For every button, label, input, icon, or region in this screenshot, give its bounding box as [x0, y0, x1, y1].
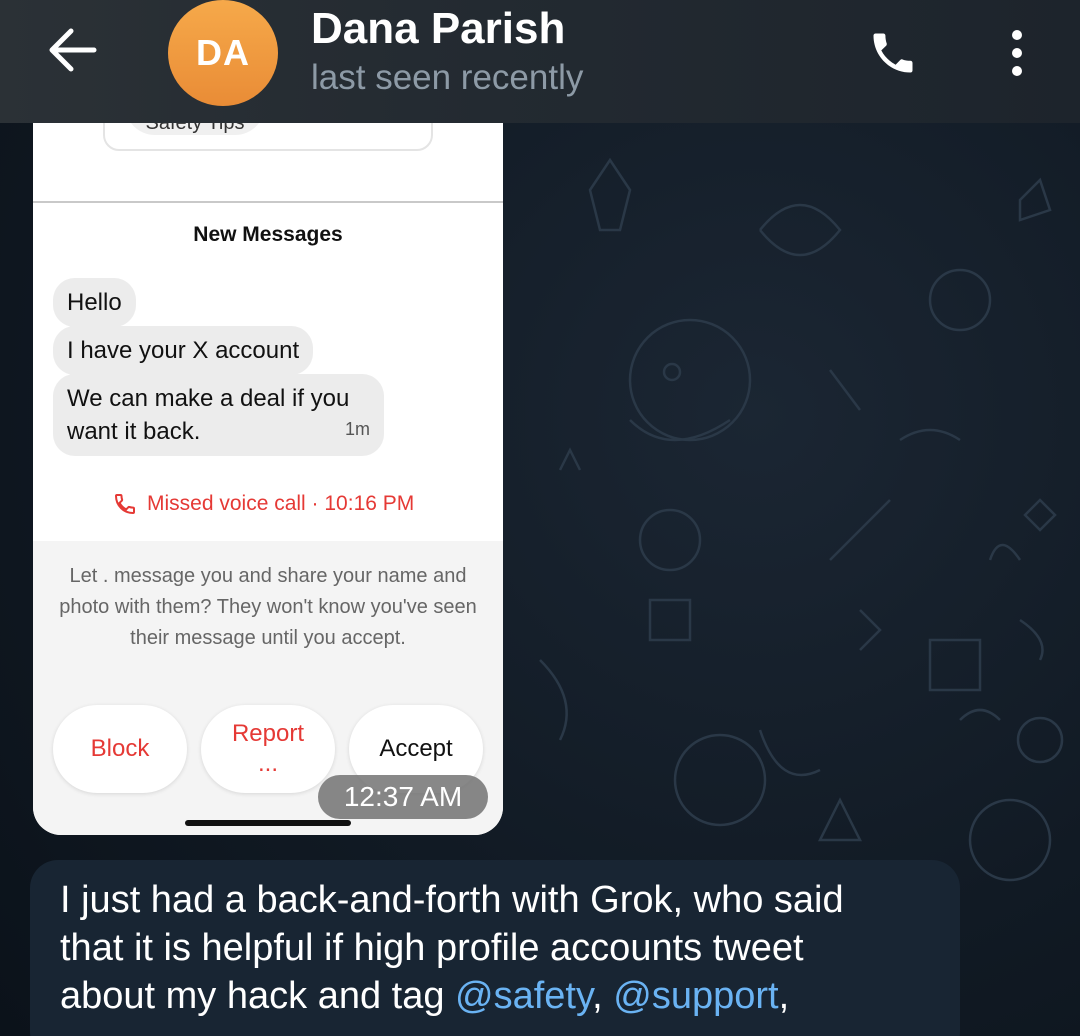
chat-header: DA Dana Parish last seen recently — [0, 0, 1080, 123]
message-line: that it is helpful if high profile accou… — [60, 927, 804, 969]
text-message[interactable]: I just had a back-and-forth with Grok, w… — [30, 860, 960, 1036]
missed-call-text: Missed voice call · 10:16 PM — [147, 492, 415, 515]
screenshot-bubble: I have your X account — [53, 326, 314, 375]
more-vertical-icon — [1012, 30, 1022, 40]
screenshot-bubble-text: We can make a deal if you want it back. — [67, 385, 350, 445]
request-text: Let . message you and share your name an… — [59, 565, 477, 649]
missed-call: Missed voice call · 10:16 PM — [113, 492, 414, 516]
phone-icon — [873, 33, 913, 73]
home-indicator — [185, 820, 351, 826]
block-label: Block — [90, 735, 150, 762]
more-options-button[interactable] — [990, 20, 1044, 86]
report-label: Report — [231, 720, 305, 747]
accept-label: Accept — [379, 735, 453, 762]
screenshot-bubble-time: 1m — [344, 419, 370, 439]
screenshot-bubble: Hello — [53, 278, 136, 327]
phone-missed-icon — [114, 494, 135, 515]
report-button: Report ... — [201, 705, 335, 793]
contact-status: last seen recently — [311, 58, 584, 97]
contact-name[interactable]: Dana Parish — [311, 4, 565, 54]
screenshot-bubble: We can make a deal if you want it back. … — [53, 374, 384, 456]
avatar-initials: DA — [196, 32, 250, 73]
image-message[interactable]: Safety Tips New Messages Hello I have yo… — [33, 123, 503, 835]
divider — [33, 201, 503, 203]
safety-tips-pill: Safety Tips — [125, 123, 265, 135]
arrow-left-icon — [49, 28, 97, 72]
message-text: about my hack and tag — [60, 975, 456, 1017]
report-ellipsis: ... — [257, 750, 278, 777]
new-messages-label: New Messages — [193, 223, 343, 246]
mention-link[interactable]: @safety — [455, 975, 592, 1017]
call-button[interactable] — [858, 20, 928, 86]
separator: , — [778, 975, 790, 1017]
message-line: about my hack and tag @safety, @support, — [60, 972, 930, 1020]
back-button[interactable] — [40, 22, 104, 78]
message-line: I just had a back-and-forth with Grok, w… — [60, 879, 844, 921]
mention-link[interactable]: @support — [613, 975, 778, 1017]
separator: , — [592, 975, 614, 1017]
block-button: Block — [53, 705, 187, 793]
message-timestamp: 12:37 AM — [318, 775, 488, 819]
avatar[interactable]: DA — [168, 0, 278, 106]
